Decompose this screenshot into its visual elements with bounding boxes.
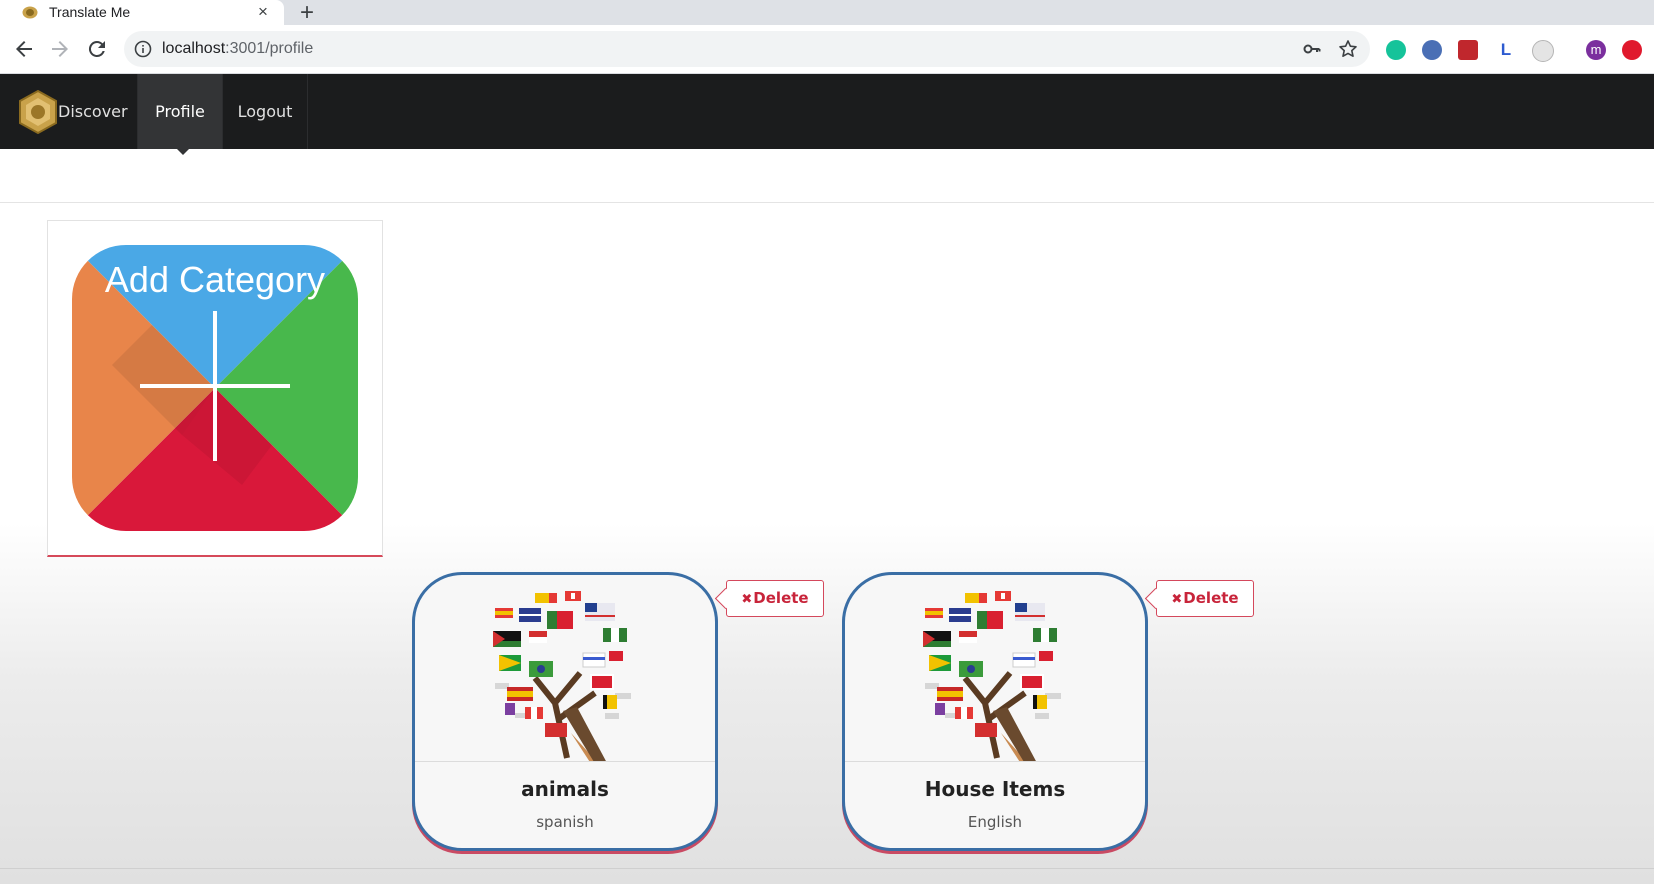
app-favicon-icon xyxy=(22,6,38,19)
extension-icon-l[interactable]: L xyxy=(1496,40,1516,60)
app-logo-icon[interactable] xyxy=(18,90,58,134)
flags-tree-image xyxy=(493,591,631,761)
delete-button[interactable]: ✖Delete xyxy=(1156,580,1254,617)
reload-icon[interactable] xyxy=(85,37,109,61)
new-tab-icon[interactable]: + xyxy=(300,0,314,27)
app-navbar: Discover Profile Logout xyxy=(0,74,1654,149)
category-language: spanish xyxy=(536,813,594,831)
url-host: localhost xyxy=(162,40,226,57)
category-card[interactable]: animals spanish xyxy=(412,572,718,851)
card-separator xyxy=(415,761,715,762)
key-icon[interactable] xyxy=(1302,39,1322,59)
tab-title: Translate Me xyxy=(49,4,131,20)
back-arrow-icon[interactable] xyxy=(12,37,36,61)
address-bar[interactable]: localhost:3001/profile xyxy=(124,31,1370,67)
extension-icon-grey[interactable] xyxy=(1532,40,1554,62)
add-category-label: Add Category xyxy=(104,259,326,300)
tab-close-icon[interactable]: × xyxy=(258,2,268,22)
nav-profile[interactable]: Profile xyxy=(138,74,222,149)
nav-logout[interactable]: Logout xyxy=(223,74,307,149)
nav-discover[interactable]: Discover xyxy=(58,74,148,149)
category-name: animals xyxy=(521,777,609,801)
grammarly-icon[interactable] xyxy=(1386,40,1406,60)
bookmark-star-icon[interactable] xyxy=(1338,39,1358,59)
site-info-icon[interactable] xyxy=(134,40,152,58)
close-icon: ✖ xyxy=(1171,592,1183,607)
nav-divider xyxy=(307,74,308,149)
delete-button[interactable]: ✖Delete xyxy=(726,580,824,617)
flags-tree-image xyxy=(923,591,1061,761)
url-text: localhost:3001/profile xyxy=(162,40,313,58)
extension-icon-alert[interactable] xyxy=(1622,40,1642,60)
url-path: :3001/profile xyxy=(225,40,314,57)
active-tab-pointer xyxy=(176,148,190,155)
category-card[interactable]: House Items English xyxy=(842,572,1148,851)
category-language: English xyxy=(967,813,1023,831)
close-icon: ✖ xyxy=(741,592,753,607)
add-category-card[interactable]: Add Category xyxy=(47,220,383,557)
footer-divider xyxy=(0,868,1654,869)
browser-toolbar: localhost:3001/profile L m xyxy=(0,25,1654,74)
category-name: House Items xyxy=(924,777,1066,801)
delete-label: Delete xyxy=(753,589,809,607)
delete-label: Delete xyxy=(1183,589,1239,607)
card-separator xyxy=(845,761,1145,762)
extension-icon-blue[interactable] xyxy=(1422,40,1442,60)
forward-arrow-icon[interactable] xyxy=(48,37,72,61)
browser-tab-strip: Translate Me × + xyxy=(0,0,1654,27)
extension-icon-red[interactable] xyxy=(1458,40,1478,60)
browser-tab[interactable]: Translate Me × xyxy=(0,0,284,25)
profile-avatar[interactable]: m xyxy=(1586,40,1606,60)
